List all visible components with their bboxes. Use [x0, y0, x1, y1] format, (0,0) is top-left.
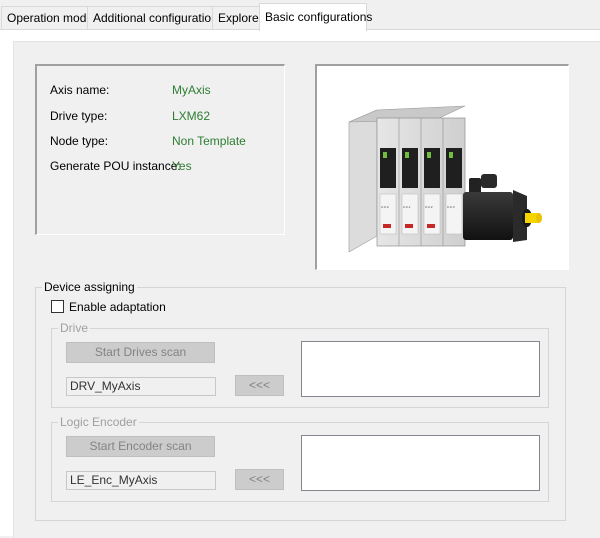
assign-encoder-button[interactable]: <<<: [235, 469, 284, 490]
node-type-label: Node type:: [50, 134, 109, 148]
device-assigning-title: Device assigning: [42, 280, 137, 294]
tab-explorer[interactable]: Explorer: [212, 6, 263, 30]
product-image-panel: 0.0.0 0.0.1 0.0.2 0.0.3: [315, 64, 569, 270]
drive-name-field[interactable]: DRV_MyAxis: [66, 377, 216, 396]
drive-type-value: LXM62: [172, 109, 211, 123]
servo-drive-and-motor-image: 0.0.0 0.0.1 0.0.2 0.0.3: [348, 105, 542, 253]
drive-scan-results-list[interactable]: [301, 341, 540, 397]
start-drives-scan-button[interactable]: Start Drives scan: [66, 342, 215, 363]
tab-strip: Operation mode Additional configurations…: [0, 0, 600, 31]
tab-additional-configurations[interactable]: Additional configurations: [87, 6, 224, 30]
assign-drive-button[interactable]: <<<: [235, 375, 284, 396]
encoder-name-field[interactable]: LE_Enc_MyAxis: [66, 471, 216, 490]
axis-info-panel: Axis name: MyAxis Drive type: LXM62 Node…: [35, 64, 285, 235]
node-type-value: Non Template: [172, 134, 246, 148]
axis-name-label: Axis name:: [50, 83, 110, 97]
generate-pou-label: Generate POU instance:: [50, 159, 181, 173]
logic-encoder-group-title: Logic Encoder: [58, 415, 139, 429]
drive-group-title: Drive: [58, 321, 91, 335]
axis-name-value: MyAxis: [172, 83, 211, 97]
generate-pou-value: Yes: [172, 159, 192, 173]
drive-label-strip: 0.0.3: [447, 205, 455, 209]
encoder-scan-results-list[interactable]: [301, 435, 540, 491]
enable-adaptation-checkbox[interactable]: [51, 300, 64, 313]
drive-label-strip: 0.0.1: [403, 205, 411, 209]
start-encoder-scan-button[interactable]: Start Encoder scan: [66, 436, 215, 457]
drive-label-strip: 0.0.2: [425, 205, 433, 209]
tab-operation-mode[interactable]: Operation mode: [1, 6, 93, 30]
tab-basic-configurations[interactable]: Basic configurations: [259, 3, 372, 31]
drive-label-strip: 0.0.0: [381, 205, 389, 209]
enable-adaptation-label: Enable adaptation: [69, 300, 166, 314]
drive-type-label: Drive type:: [50, 109, 108, 123]
